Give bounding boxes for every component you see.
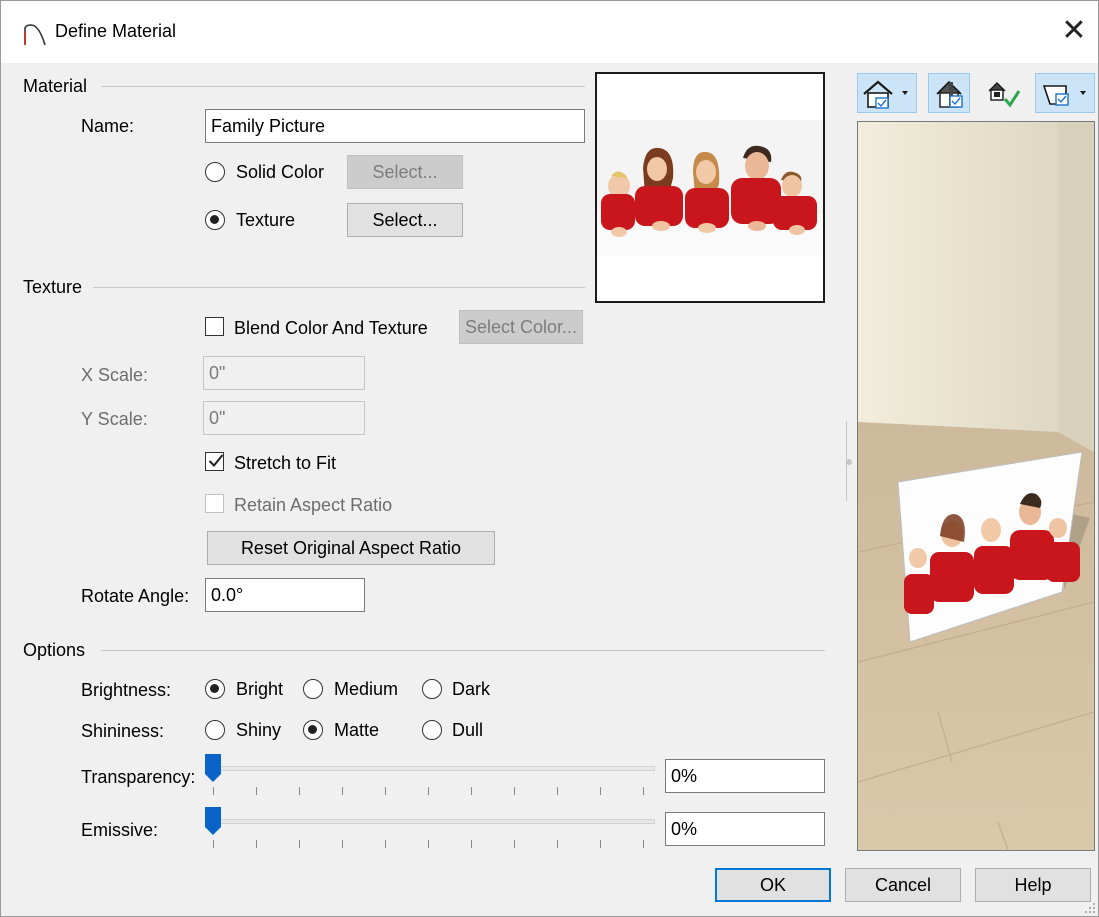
texture-select-button[interactable]: Select... [347, 203, 463, 237]
help-button[interactable]: Help [975, 868, 1091, 902]
slider-tick [299, 840, 300, 848]
family-picture-thumbnail [597, 120, 823, 256]
display-mode-icon [1042, 85, 1086, 106]
shininess-matte-label: Matte [334, 720, 380, 740]
material-group-line [101, 86, 585, 87]
shininess-dull-radio[interactable] [422, 720, 442, 740]
stretch-to-fit-label: Stretch to Fit [234, 453, 337, 473]
slider-tick [471, 787, 472, 795]
shininess-dull-label: Dull [452, 720, 484, 740]
brightness-bright-label: Bright [236, 679, 284, 699]
transparency-slider-thumb[interactable] [205, 754, 221, 782]
slider-tick [557, 840, 558, 848]
transparency-label: Transparency: [81, 767, 196, 787]
material-group-label: Material [23, 76, 88, 96]
window-title: Define Material [55, 21, 177, 41]
cancel-button[interactable]: Cancel [845, 868, 961, 902]
emissive-ticks [213, 840, 655, 848]
retain-aspect-ratio-checkbox[interactable] [205, 494, 224, 513]
slider-tick [471, 840, 472, 848]
slider-tick [256, 840, 257, 848]
texture-group-line [93, 287, 585, 288]
arch-icon [24, 24, 46, 46]
emissive-label: Emissive: [81, 820, 159, 840]
options-group-label: Options [23, 640, 86, 660]
emissive-slider-track[interactable] [213, 819, 655, 824]
texture-radio[interactable] [205, 210, 225, 230]
slider-tick [643, 787, 644, 795]
close-button[interactable]: ✕ [1054, 11, 1094, 51]
options-group-line [101, 650, 825, 651]
slider-tick [385, 840, 386, 848]
slider-tick [600, 787, 601, 795]
slider-tick [342, 840, 343, 848]
layer-toggle-icon [936, 80, 963, 108]
brightness-label: Brightness: [81, 680, 172, 700]
brightness-medium-label: Medium [334, 679, 399, 699]
emissive-input[interactable] [665, 812, 825, 846]
reset-aspect-ratio-button[interactable]: Reset Original Aspect Ratio [207, 531, 495, 565]
pane-splitter[interactable] [846, 421, 852, 501]
slider-tick [342, 787, 343, 795]
name-label: Name: [81, 116, 135, 136]
rotate-angle-label: Rotate Angle: [81, 586, 190, 606]
solid-color-radio[interactable] [205, 162, 225, 182]
layer-toggle-button[interactable] [928, 73, 970, 113]
camera-view-icon [863, 80, 908, 109]
rotate-angle-input[interactable] [205, 578, 365, 612]
dropdown-arrow-icon [902, 91, 908, 95]
y-scale-label: Y Scale: [81, 409, 148, 429]
brightness-dark-label: Dark [452, 679, 491, 699]
brightness-bright-radio[interactable] [205, 679, 225, 699]
3d-preview-pane[interactable] [857, 121, 1095, 851]
title-bar: Define Material ✕ [1, 1, 1098, 63]
slider-tick [514, 787, 515, 795]
checkmark-icon [208, 454, 224, 467]
slider-tick [299, 787, 300, 795]
shininess-shiny-label: Shiny [236, 720, 282, 740]
shininess-matte-radio[interactable] [303, 720, 323, 740]
x-scale-input[interactable] [203, 356, 365, 390]
name-input[interactable] [205, 109, 585, 143]
shininess-label: Shininess: [81, 721, 165, 741]
material-preview [595, 72, 825, 303]
slider-tick [428, 840, 429, 848]
blend-color-checkbox[interactable] [205, 317, 224, 336]
select-color-button[interactable]: Select Color... [459, 310, 583, 344]
slider-tick [428, 787, 429, 795]
transparency-ticks [213, 787, 655, 795]
y-scale-input[interactable] [203, 401, 365, 435]
brightness-dark-radio[interactable] [422, 679, 442, 699]
display-mode-button[interactable] [1035, 73, 1095, 113]
resize-grip-icon[interactable] [1083, 901, 1097, 915]
slider-tick [213, 787, 214, 795]
ok-button[interactable]: OK [715, 868, 831, 902]
slider-tick [213, 840, 214, 848]
3d-preview-render [858, 122, 1094, 850]
define-material-dialog: Define Material ✕ Material Name: Solid C… [0, 0, 1099, 917]
shininess-shiny-radio[interactable] [205, 720, 225, 740]
slider-tick [557, 787, 558, 795]
stretch-to-fit-checkbox[interactable] [205, 452, 224, 471]
texture-group-label: Texture [23, 277, 83, 297]
camera-view-button[interactable] [857, 73, 917, 113]
emissive-slider-thumb[interactable] [205, 807, 221, 835]
slider-tick [643, 840, 644, 848]
material-check-button[interactable] [983, 77, 1023, 113]
retain-aspect-ratio-label: Retain Aspect Ratio [234, 495, 393, 515]
slider-tick [385, 787, 386, 795]
transparency-slider-track[interactable] [213, 766, 655, 771]
solid-color-label: Solid Color [236, 162, 325, 182]
x-scale-label: X Scale: [81, 365, 149, 385]
transparency-input[interactable] [665, 759, 825, 793]
slider-tick [600, 840, 601, 848]
slider-tick [256, 787, 257, 795]
texture-label: Texture [236, 210, 296, 230]
brightness-medium-radio[interactable] [303, 679, 323, 699]
blend-color-label: Blend Color And Texture [234, 318, 428, 338]
material-check-icon [988, 82, 1021, 108]
solid-color-select-button[interactable]: Select... [347, 155, 463, 189]
slider-tick [514, 840, 515, 848]
